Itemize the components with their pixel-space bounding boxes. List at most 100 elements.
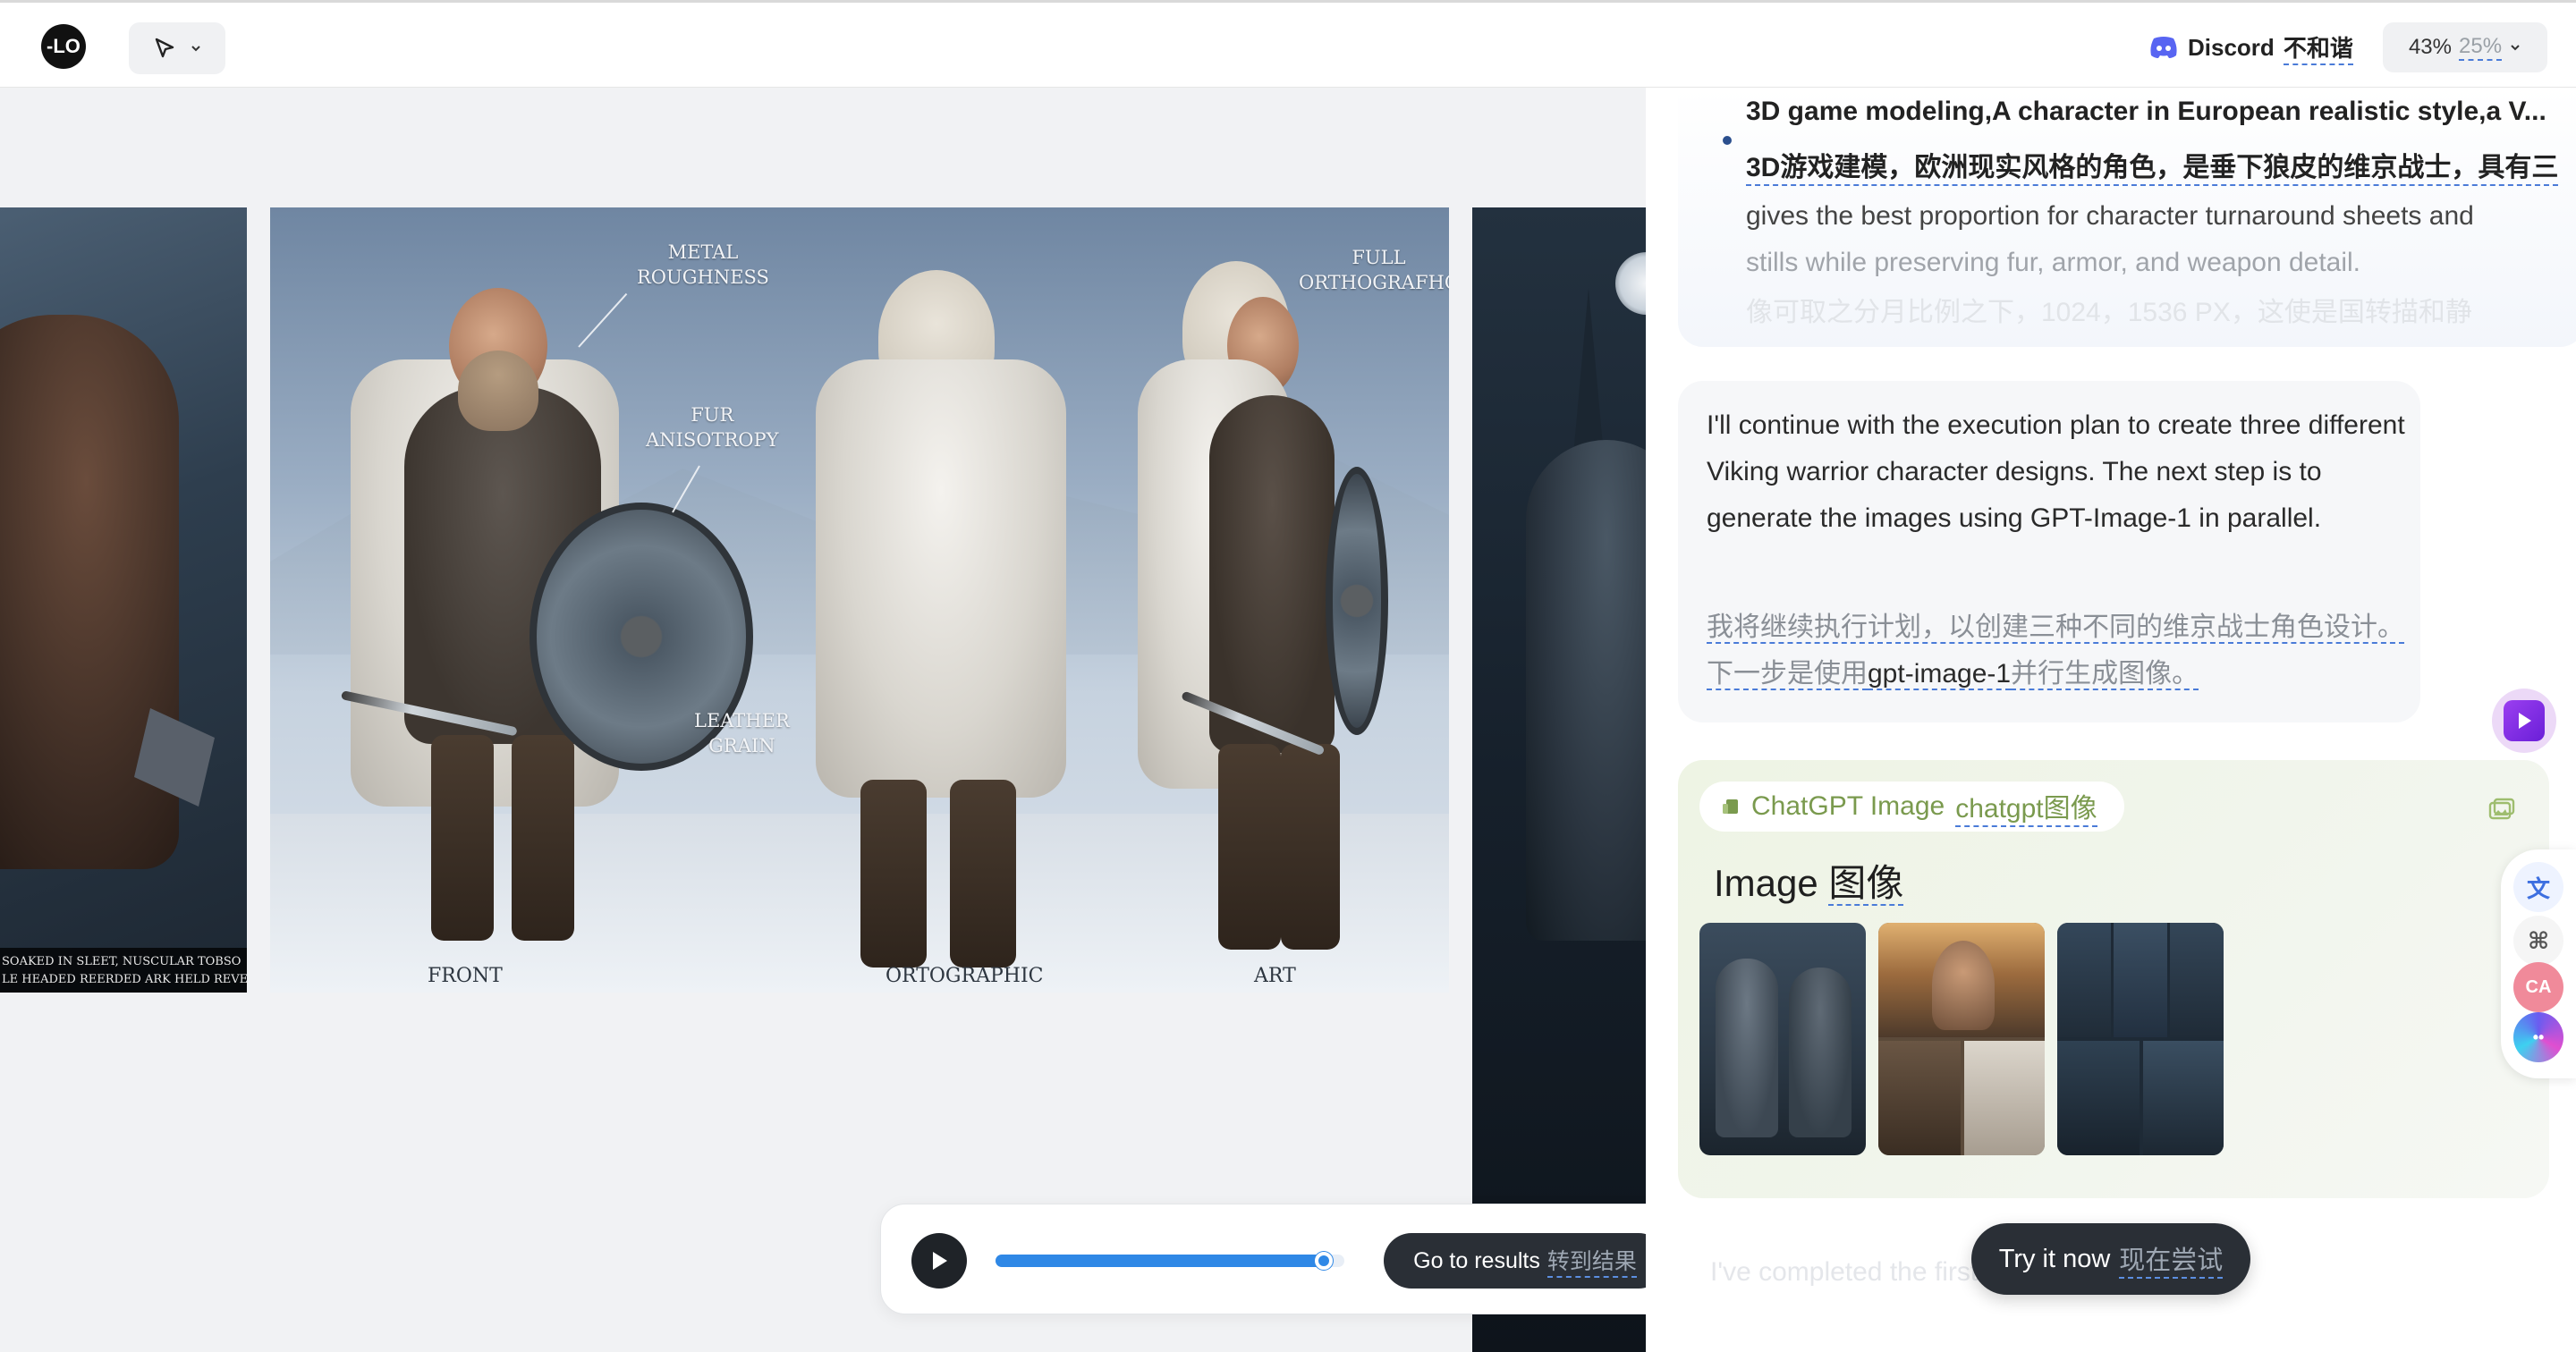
open-gallery-icon[interactable] [2488, 798, 2515, 821]
callout-fur-anisotropy: FUR ANISOTROPY [646, 402, 778, 452]
discord-link[interactable]: Discord 不和谐 [2148, 30, 2353, 65]
results-label-cn: 转到结果 [1546, 1244, 1637, 1278]
image-thumbnail[interactable] [1878, 923, 2045, 1155]
play-button[interactable] [911, 1233, 967, 1289]
image-thumbnail[interactable] [1699, 923, 1866, 1155]
callout-text: LEATHER [694, 710, 790, 731]
thumb-cell [2114, 923, 2167, 1037]
tool-chip[interactable]: ChatGPT Image chatgpt图像 [1699, 782, 2124, 832]
image-thumbnail[interactable] [2057, 923, 2224, 1155]
caption-line: LE HEADED REERDED ARK HELD REVE+ [2, 973, 247, 986]
prompt-body: gives the best proportion for character … [1746, 193, 2569, 286]
select-tool-button[interactable] [129, 22, 225, 74]
command-icon[interactable]: ⌘ [2513, 916, 2563, 966]
leg [431, 735, 494, 941]
callout-text: ORTHOGRAFHC [1299, 272, 1449, 293]
thumb-cell [1964, 1041, 2045, 1155]
prompt-fade-line: 像可取之分月比例之下，1024，1536 PX，这使是国转描和静 [1746, 298, 2472, 327]
round-shield [1326, 467, 1388, 735]
try-label-cn: 现在尝试 [2119, 1239, 2224, 1279]
callout-text: FULL [1352, 247, 1406, 268]
top-bar: -LO Discord 不和谐 43% 25% [0, 0, 2576, 88]
caption-line: SOAKED IN SLEET, NUSCULAR TOBSO [2, 955, 242, 968]
callout-text: METAL [667, 241, 739, 263]
thumb-figure [1716, 959, 1778, 1137]
try-label: Try it now [1998, 1244, 2111, 1273]
chat-panel: 3D game modeling,A character in European… [1646, 88, 2576, 1352]
callout-text: GRAIN [708, 735, 775, 756]
prompt-title: 3D game modeling,A character in European… [1746, 97, 2546, 126]
replay-player: Go to results 转到结果 [880, 1204, 1698, 1314]
leg [512, 735, 574, 941]
callout-leather-grain: LEATHER GRAIN [694, 708, 790, 758]
thumb-cell [2170, 923, 2224, 1037]
thumb-figure [1789, 968, 1852, 1137]
usage-primary: 43% [2408, 35, 2452, 59]
cursor-arrow-icon [155, 38, 174, 58]
thumb-figure [1932, 941, 1995, 1030]
replay-progress-bar[interactable] [996, 1252, 1344, 1270]
armor-body [1209, 395, 1335, 753]
view-label-front: FRONT [428, 965, 503, 987]
moon [1615, 252, 1646, 315]
fur-cloak [816, 359, 1066, 798]
view-label-orthographic: ORTOGRAPHIC [886, 965, 1044, 987]
image-tool-icon [1723, 799, 1738, 814]
prompt-title-cn: 3D游戏建模，欧洲现实风格的角色，是垂下狼皮的维京战士，具有三 [1746, 145, 2559, 186]
thumb-cell [1878, 1041, 1961, 1155]
leg [860, 780, 927, 968]
results-label: Go to results [1413, 1247, 1540, 1273]
translate-icon[interactable]: 文 [2513, 862, 2563, 912]
carousel-image-prev[interactable]: SOAKED IN SLEET, NUSCULAR TOBSO LE HEADE… [0, 207, 247, 993]
usage-secondary: 25% [2459, 34, 2503, 61]
leg [1218, 744, 1281, 950]
usage-dropdown[interactable]: 43% 25% [2383, 22, 2547, 72]
floating-video-button[interactable] [2492, 689, 2556, 753]
progress-knob[interactable] [1314, 1252, 1333, 1270]
warrior-back-view [798, 261, 1084, 976]
callout-full-orthographic: FULL ORTHOGRAFHC [1299, 245, 1449, 295]
callout-text: ANISOTROPY [646, 429, 779, 451]
app-logo[interactable]: -LO [41, 24, 86, 69]
floating-tool-stack: 文 ⌘ CA •• [2501, 849, 2576, 1078]
thumb-cell [2143, 1041, 2224, 1155]
wolf-hooded-figure [1526, 440, 1646, 941]
leg [1281, 744, 1340, 950]
go-to-results-button[interactable]: Go to results 转到结果 [1384, 1233, 1666, 1289]
tool-chip-label-cn: chatgpt图像 [1955, 786, 2097, 827]
tool-chip-label: ChatGPT Image [1751, 791, 1945, 821]
assistant-text-cn-part: gpt-image-1 [1868, 659, 2012, 690]
callout-text: ROUGHNESS [637, 266, 769, 288]
image-section-heading: Image 图像 [1714, 853, 1904, 908]
prompt-body-line: stills while preserving fur, armor, and … [1746, 248, 2361, 277]
assistant-message: I'll continue with the execution plan to… [1678, 381, 2420, 722]
thumb-cell [2057, 1041, 2140, 1155]
user-prompt-message: 3D game modeling,A character in European… [1678, 88, 2576, 347]
try-it-now-button[interactable]: Try it now 现在尝试 [1971, 1223, 2250, 1295]
assistant-text-cn: 我将继续执行计划，以创建三种不同的维京战士角色设计。下一步是使用gpt-imag… [1707, 604, 2413, 697]
bullet-dot [1723, 136, 1732, 145]
carousel-image-next[interactable] [1472, 207, 1646, 1352]
discord-icon [2150, 37, 2177, 58]
video-play-icon [2504, 700, 2545, 741]
chevron-down-icon [191, 46, 200, 52]
warrior-figure [0, 315, 179, 869]
discord-label: Discord [2188, 33, 2275, 61]
carousel-image-current[interactable]: METAL ROUGHNESS FUR ANISOTROPY LEATHER G… [270, 207, 1449, 993]
assistant-bot-icon[interactable]: •• [2513, 1012, 2563, 1062]
assistant-text-cn-part: 并行生成图像。 [2011, 659, 2199, 690]
preview-canvas: SOAKED IN SLEET, NUSCULAR TOBSO LE HEADE… [0, 88, 1646, 1352]
chatgpt-image-tool-card: ChatGPT Image chatgpt图像 Image 图像 [1678, 760, 2549, 1198]
leg [950, 780, 1016, 968]
discord-label-cn: 不和谐 [2283, 30, 2353, 65]
heading-label: Image [1714, 862, 1818, 904]
beard [458, 351, 538, 431]
chinese-ai-icon[interactable]: CA [2513, 962, 2563, 1012]
progress-fill [996, 1255, 1324, 1267]
image-caption: SOAKED IN SLEET, NUSCULAR TOBSO LE HEADE… [0, 948, 247, 993]
assistant-text: I'll continue with the execution plan to… [1707, 410, 2405, 533]
view-label-art: ART [1254, 965, 1296, 987]
play-icon [933, 1252, 947, 1270]
thumb-cell [2057, 923, 2111, 1037]
warrior-side-view [1129, 252, 1415, 976]
